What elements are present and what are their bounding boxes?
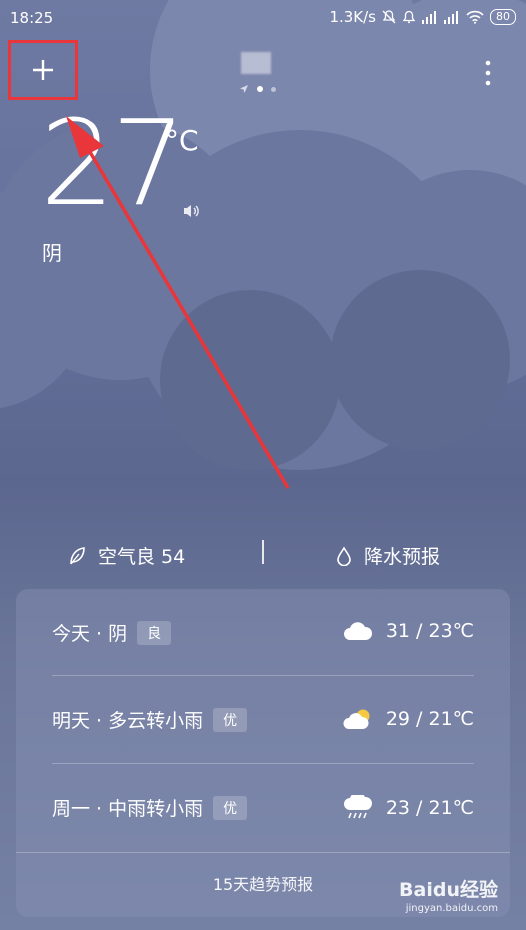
mute-bell-icon (382, 10, 396, 24)
forecast-day: 周一 · 中雨转小雨 (52, 798, 204, 820)
page-dot (271, 86, 276, 92)
forecast-temp: 31 / 23℃ (385, 620, 474, 642)
air-quality-label: 空气良 54 (98, 546, 186, 568)
forecast-day: 明天 · 多云转小雨 (52, 710, 204, 732)
watermark: Baidu经验 jingyan.baidu.com (399, 875, 498, 914)
forecast-day-group: 周一 · 中雨转小雨 优 (52, 794, 248, 821)
battery-icon: 80 (490, 9, 516, 25)
partly-cloudy-icon (343, 709, 370, 729)
rain-icon (343, 795, 372, 819)
page-indicator (239, 84, 276, 94)
forecast-temp-group: 23 / 21℃ (342, 795, 474, 821)
forecast-temp-group: 31 / 23℃ (342, 620, 474, 642)
cloud-icon (343, 622, 372, 640)
forecast-day-group: 今天 · 阴 良 (52, 619, 172, 646)
forecast-temp-group: 29 / 21℃ (342, 707, 474, 731)
aqi-badge: 良 (137, 620, 172, 645)
precipitation-link[interactable]: 降水预报 (336, 542, 440, 569)
forecast-row-monday[interactable]: 周一 · 中雨转小雨 优 23 / 21℃ (52, 764, 474, 851)
forecast-row-today[interactable]: 今天 · 阴 良 31 / 23℃ (52, 589, 474, 676)
page-dot-active (257, 86, 263, 92)
leaf-icon (70, 546, 85, 564)
forecast-card: 今天 · 阴 良 31 / 23℃ 明天 · 多云转小雨 优 29 / 21℃ … (16, 589, 510, 917)
water-drop-icon (337, 545, 351, 566)
info-row: 空气良 54 降水预报 (0, 536, 526, 572)
status-bar: 18:25 1.3K/s 80 (0, 0, 526, 36)
aqi-badge: 优 (213, 707, 248, 732)
divider (262, 540, 264, 564)
more-vertical-icon[interactable] (480, 58, 496, 88)
forecast-temp: 23 / 21℃ (385, 797, 474, 819)
forecast-row-tomorrow[interactable]: 明天 · 多云转小雨 优 29 / 21℃ (52, 676, 474, 763)
forecast-day: 今天 · 阴 (52, 623, 128, 645)
air-quality-link[interactable]: 空气良 54 (68, 542, 185, 569)
watermark-logo: Baidu经验 (399, 879, 498, 901)
precipitation-label: 降水预报 (364, 546, 441, 568)
plus-icon (33, 60, 53, 80)
signal-icon (422, 10, 438, 24)
forecast-day-group: 明天 · 多云转小雨 优 (52, 706, 248, 733)
current-temperature: 27 (40, 94, 186, 232)
network-speed: 1.3K/s (329, 8, 376, 26)
location-arrow-icon (240, 85, 248, 93)
city-name (241, 52, 271, 74)
add-city-button[interactable] (8, 40, 78, 100)
cloud-background (0, 0, 526, 470)
current-condition: 阴 (42, 241, 62, 265)
signal-icon (444, 10, 460, 24)
status-icons: 1.3K/s 80 (329, 8, 516, 26)
wifi-icon (466, 10, 484, 24)
alarm-icon (402, 10, 416, 24)
temperature-unit: °C (165, 124, 199, 157)
watermark-url: jingyan.baidu.com (405, 903, 498, 914)
aqi-badge: 优 (213, 795, 248, 820)
forecast-temp: 29 / 21℃ (385, 708, 474, 730)
speaker-icon[interactable] (182, 202, 202, 220)
status-time: 18:25 (10, 9, 54, 27)
